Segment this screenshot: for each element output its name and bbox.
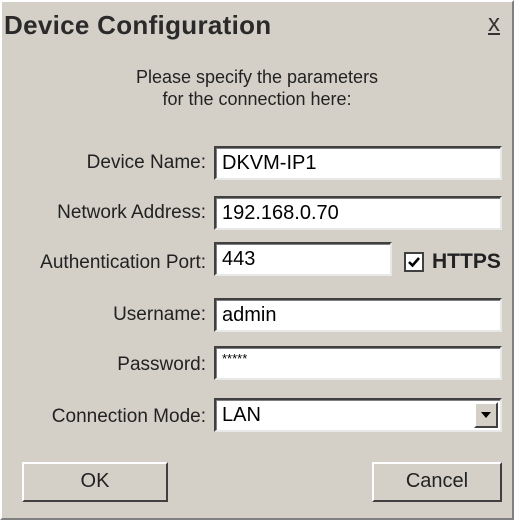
device-configuration-dialog: Device Configuration x Please specify th… [0, 0, 514, 520]
network-address-field[interactable]: 192.168.0.70 [214, 196, 502, 230]
connection-mode-label: Connection Mode: [51, 406, 206, 427]
checkmark-icon [408, 257, 420, 268]
https-checkbox-group[interactable]: HTTPS [404, 248, 501, 276]
intro-line-1: Please specify the parameters [135, 67, 379, 87]
network-address-label: Network Address: [57, 202, 206, 223]
connection-mode-value: LAN [222, 404, 261, 426]
intro-text: Please specify the parameters for the co… [62, 66, 452, 110]
password-field[interactable]: ***** [214, 346, 502, 380]
title-bar: Device Configuration x [2, 2, 512, 50]
intro-line-2: for the connection here: [162, 89, 352, 109]
authentication-port-label: Authentication Port: [40, 252, 206, 273]
cancel-button[interactable]: Cancel [372, 462, 502, 502]
dialog-title: Device Configuration [4, 10, 272, 40]
close-icon[interactable]: x [480, 10, 508, 38]
chevron-down-icon [481, 412, 491, 418]
connection-mode-select[interactable]: LAN [214, 398, 502, 432]
dropdown-button[interactable] [474, 402, 498, 428]
https-label: HTTPS [432, 250, 501, 273]
password-label: Password: [117, 354, 206, 375]
username-label: Username: [113, 304, 206, 325]
username-field[interactable]: admin [214, 298, 502, 332]
authentication-port-field[interactable]: 443 [214, 242, 392, 276]
ok-button[interactable]: OK [22, 462, 168, 502]
device-name-field[interactable]: DKVM-IP1 [214, 146, 502, 180]
device-name-label: Device Name: [86, 152, 206, 173]
https-checkbox[interactable] [404, 252, 424, 272]
